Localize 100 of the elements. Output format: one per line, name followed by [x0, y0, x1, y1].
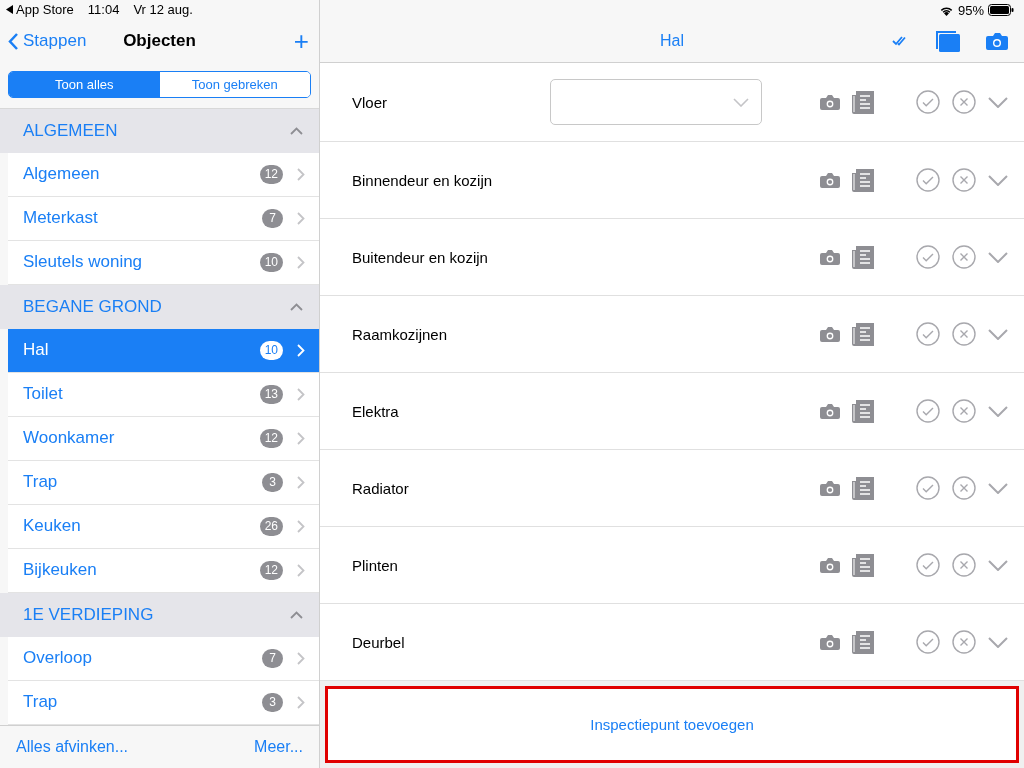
photo-button[interactable] — [820, 249, 840, 265]
chevron-right-icon — [297, 519, 305, 533]
notes-button[interactable] — [852, 553, 874, 577]
reject-button[interactable] — [952, 553, 976, 577]
item-label: Vloer — [352, 93, 389, 111]
item-label: Woonkamer — [23, 428, 116, 449]
camera-icon — [820, 557, 840, 573]
item-label: Keuken — [23, 516, 82, 537]
windows-button[interactable] — [934, 30, 960, 52]
count-badge: 10 — [259, 252, 283, 272]
section-header[interactable]: BEGANE GROND — [0, 284, 319, 329]
item-label: Deurbel — [352, 633, 406, 651]
approve-button[interactable] — [916, 630, 940, 654]
item-label: Binnendeur en kozijn — [352, 171, 494, 189]
chevron-down-icon — [988, 482, 1008, 494]
approve-button[interactable] — [916, 90, 940, 114]
approve-button[interactable] — [916, 399, 940, 423]
expand-button[interactable] — [988, 251, 1008, 263]
back-button[interactable]: Stappen — [8, 31, 87, 52]
notes-button[interactable] — [852, 476, 874, 500]
check-circle-icon — [916, 630, 940, 654]
add-inspection-button[interactable]: Inspectiepunt toevoegen — [328, 689, 1016, 760]
chevron-right-icon — [297, 651, 305, 665]
reject-button[interactable] — [952, 399, 976, 423]
segment-tab[interactable]: Toon gebreken — [159, 72, 310, 97]
notes-button[interactable] — [852, 322, 874, 346]
sidebar-item[interactable]: Trap 3 — [8, 680, 319, 725]
reject-button[interactable] — [952, 90, 976, 114]
add-button[interactable]: + — [291, 28, 311, 55]
approve-button[interactable] — [916, 245, 940, 269]
photo-button[interactable] — [820, 634, 840, 650]
sidebar-item[interactable]: Algemeen 12 — [8, 152, 319, 197]
check-circle-icon — [916, 399, 940, 423]
sidebar-item[interactable]: Sleutels woning 10 — [8, 240, 319, 285]
notes-button[interactable] — [852, 399, 874, 423]
expand-button[interactable] — [988, 328, 1008, 340]
item-label: Raamkozijnen — [352, 325, 449, 343]
sidebar-item[interactable]: Trap 3 — [8, 460, 319, 505]
photo-button[interactable] — [820, 172, 840, 188]
expand-button[interactable] — [988, 559, 1008, 571]
notes-button[interactable] — [852, 630, 874, 654]
photo-button[interactable] — [820, 557, 840, 573]
chevron-right-icon — [297, 431, 305, 445]
photo-button[interactable] — [820, 94, 840, 110]
item-label: Hal — [23, 340, 50, 361]
reject-button[interactable] — [952, 322, 976, 346]
check-circle-icon — [916, 322, 940, 346]
reject-button[interactable] — [952, 476, 976, 500]
segment-tab[interactable]: Toon alles — [9, 72, 160, 97]
chevron-down-icon — [988, 328, 1008, 340]
sidebar-item[interactable]: Hal 10 — [8, 328, 319, 373]
expand-button[interactable] — [988, 174, 1008, 186]
expand-button[interactable] — [988, 96, 1008, 108]
item-label: Bijkeuken — [23, 560, 98, 581]
notes-button[interactable] — [852, 245, 874, 269]
sidebar-item[interactable]: Keuken 26 — [8, 504, 319, 549]
notes-button[interactable] — [852, 90, 874, 114]
reject-button[interactable] — [952, 168, 976, 192]
chevron-right-icon — [297, 387, 305, 401]
section-title: 1E VERDIEPING — [23, 604, 154, 625]
chevron-right-icon — [297, 211, 305, 225]
photo-button[interactable] — [820, 480, 840, 496]
reject-button[interactable] — [952, 245, 976, 269]
chevron-down-icon — [733, 97, 749, 107]
document-icon — [852, 245, 874, 269]
dropdown-field[interactable] — [550, 79, 762, 125]
status-time: 11:04 — [87, 2, 120, 18]
notes-button[interactable] — [852, 168, 874, 192]
camera-icon — [820, 326, 840, 342]
check-all-link[interactable]: Alles afvinken... — [16, 737, 129, 756]
sidebar-item[interactable]: Toilet 13 — [8, 372, 319, 417]
approve-button[interactable] — [916, 168, 940, 192]
photo-button[interactable] — [820, 326, 840, 342]
photo-button[interactable] — [820, 403, 840, 419]
section-header[interactable]: 1E VERDIEPING — [0, 592, 319, 637]
approve-button[interactable] — [916, 553, 940, 577]
item-label: Overloop — [23, 648, 93, 669]
item-label: Buitendeur en kozijn — [352, 248, 489, 266]
x-circle-icon — [952, 476, 976, 500]
reject-button[interactable] — [952, 630, 976, 654]
more-link[interactable]: Meer... — [254, 737, 303, 756]
approve-button[interactable] — [916, 322, 940, 346]
count-badge: 26 — [259, 516, 283, 536]
expand-button[interactable] — [988, 636, 1008, 648]
section-header[interactable]: ALGEMEEN — [0, 108, 319, 153]
approve-button[interactable] — [916, 476, 940, 500]
sidebar-item[interactable]: Woonkamer 12 — [8, 416, 319, 461]
camera-icon — [820, 403, 840, 419]
sidebar-item[interactable]: Bijkeuken 12 — [8, 548, 319, 593]
sidebar-item[interactable]: Overloop 7 — [8, 636, 319, 681]
camera-button[interactable] — [986, 32, 1008, 50]
expand-button[interactable] — [988, 482, 1008, 494]
item-label: Toilet — [23, 384, 64, 405]
expand-button[interactable] — [988, 405, 1008, 417]
sidebar-item[interactable]: Meterkast 7 — [8, 196, 319, 241]
back-to-app-link[interactable]: App Store — [6, 2, 74, 18]
check-all-button[interactable] — [892, 36, 908, 46]
x-circle-icon — [952, 322, 976, 346]
count-badge: 7 — [262, 208, 283, 228]
document-icon — [852, 90, 874, 114]
